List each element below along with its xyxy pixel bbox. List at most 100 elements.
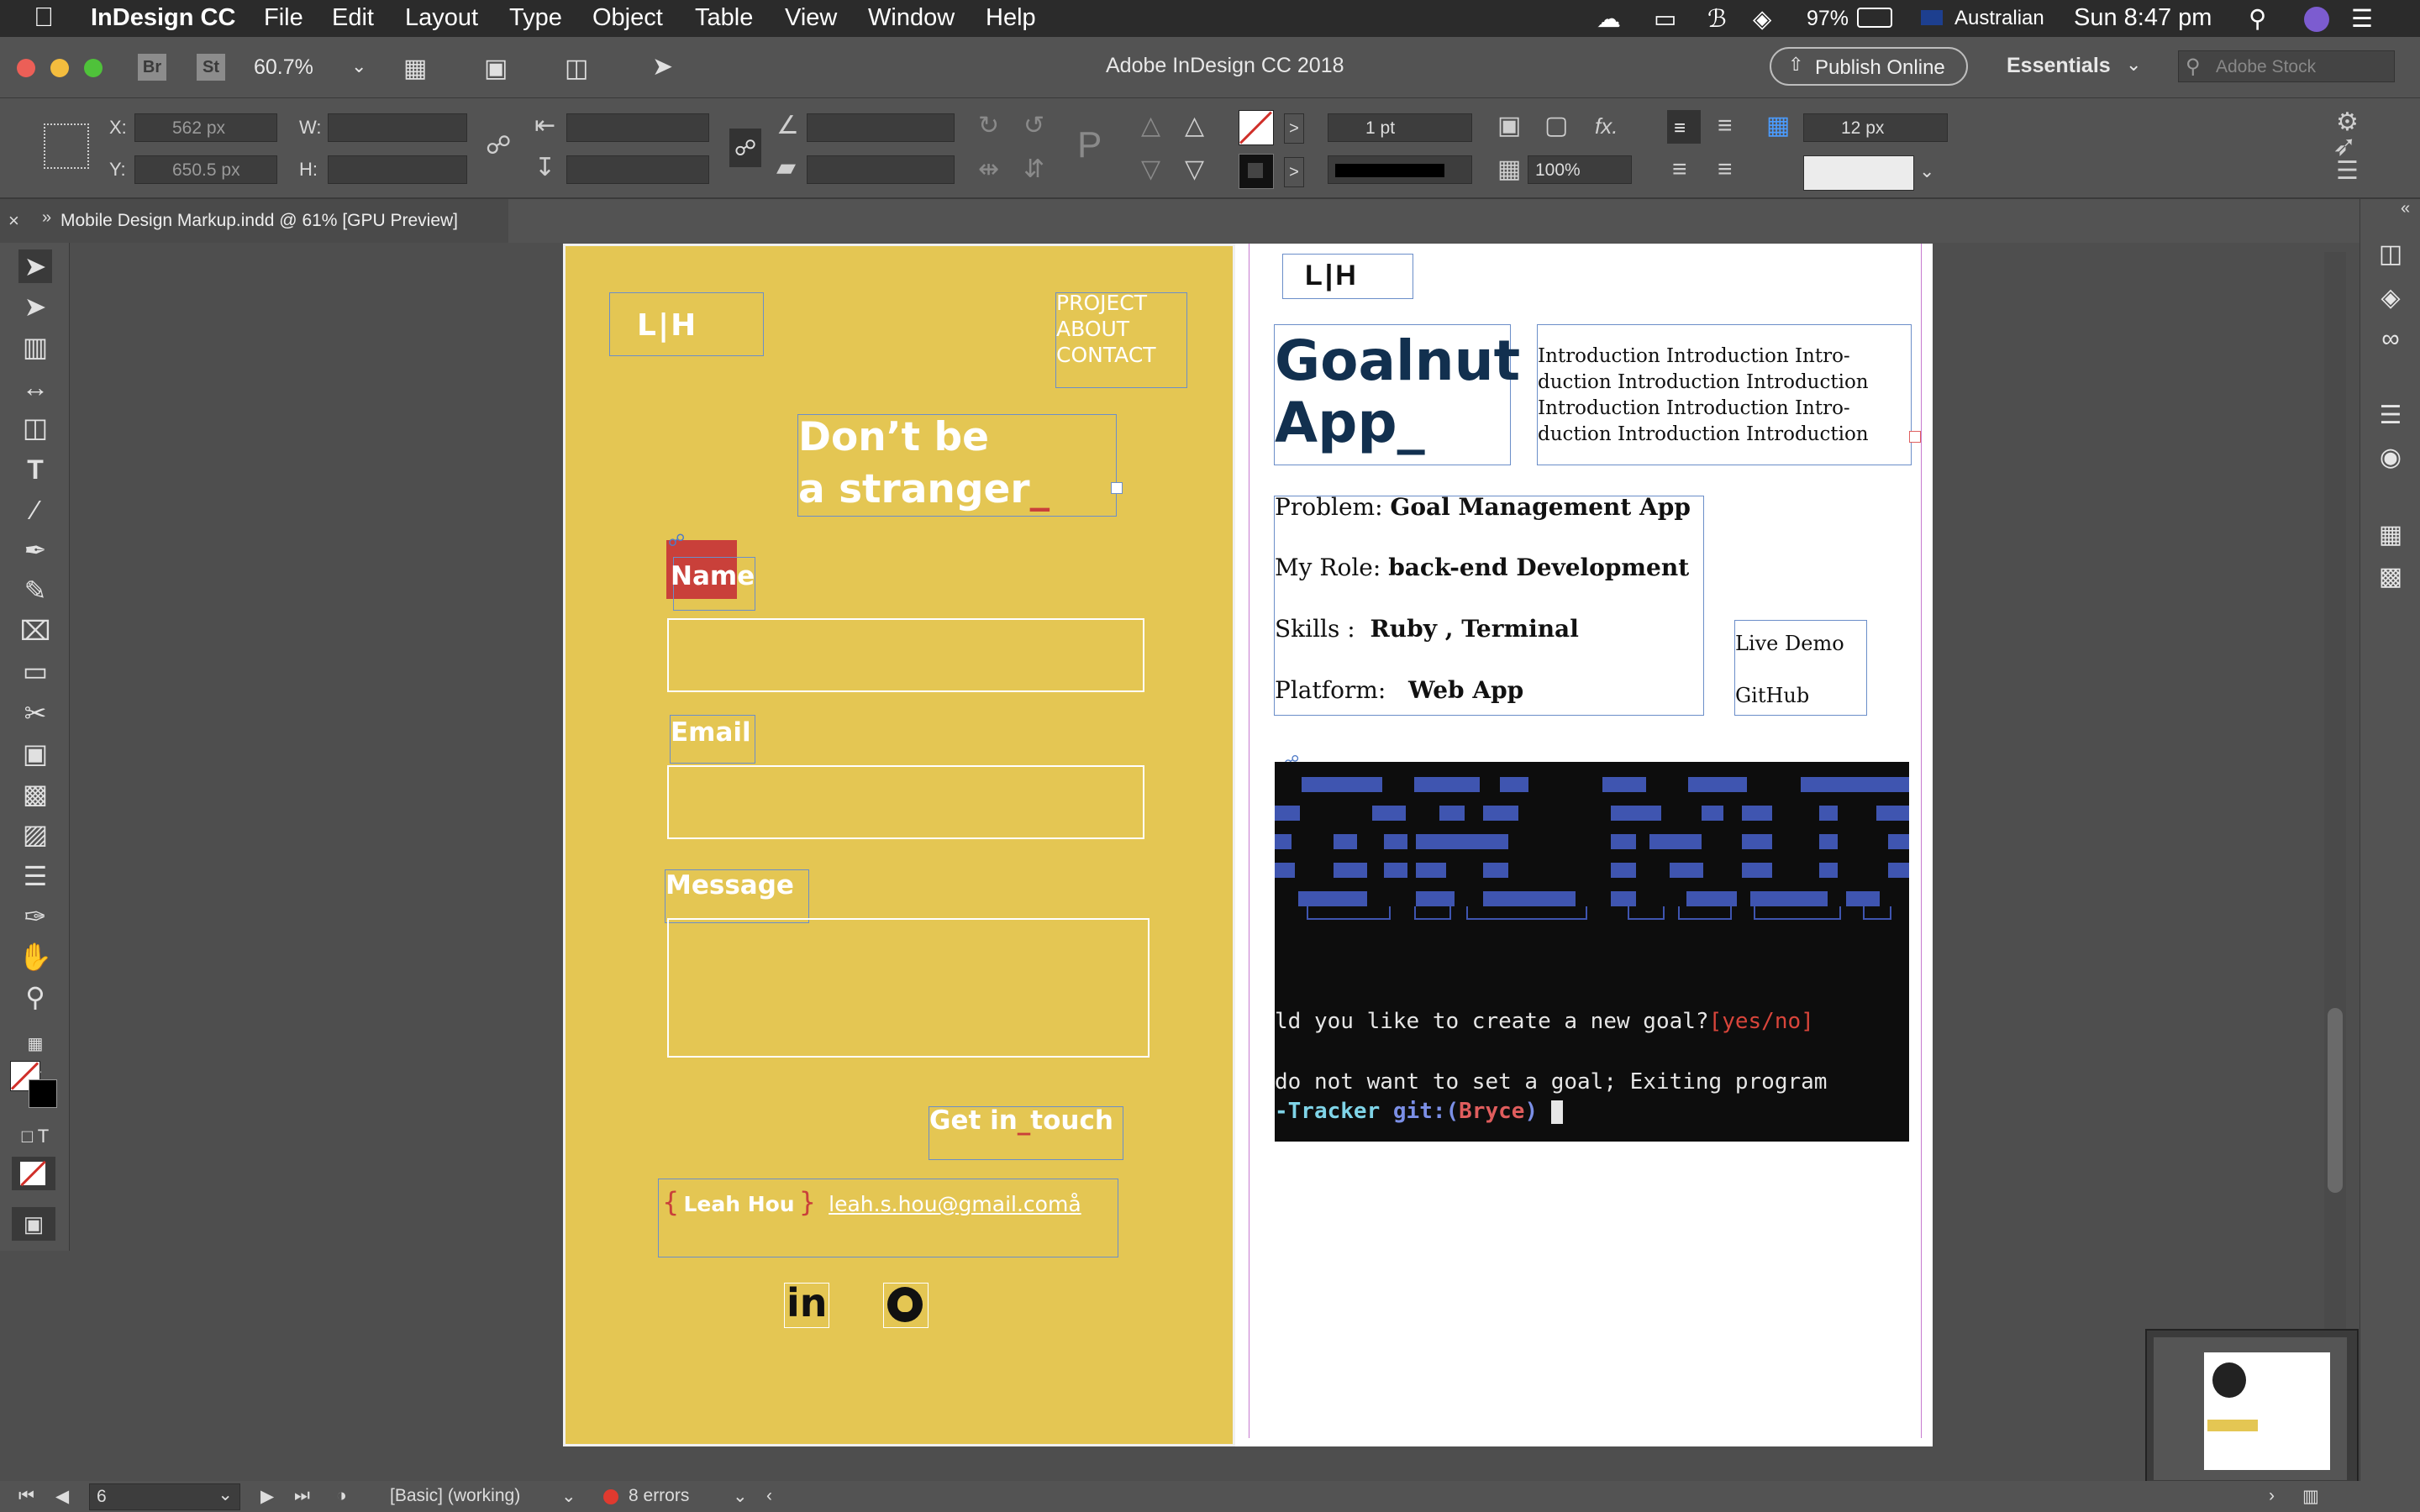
menu-object[interactable]: Object [592, 4, 663, 32]
page-number-field[interactable]: 6 ⌄ [89, 1483, 240, 1510]
rotation-angle-field[interactable] [807, 113, 955, 142]
pages-panel-icon[interactable]: ◫ [2372, 239, 2409, 273]
page-tool-icon[interactable]: ▥ [18, 330, 52, 364]
align-center-icon[interactable]: ≡ [1718, 113, 1733, 139]
text-wrap-icon[interactable]: ≡ [1672, 157, 1687, 182]
menu-table[interactable]: Table [695, 4, 753, 32]
control-panel-menu-icon[interactable]: ☰ [2336, 159, 2359, 184]
profile-dropdown-icon[interactable]: ⌄ [561, 1486, 576, 1507]
menu-help[interactable]: Help [986, 4, 1036, 32]
stroke-weight-field[interactable]: 1 pt [1328, 113, 1472, 142]
arrange-documents-icon[interactable]: ◫ [565, 54, 588, 83]
creative-cloud-icon[interactable]: ☁ [1597, 4, 1621, 34]
reference-point-icon[interactable] [44, 123, 89, 169]
clock[interactable]: Sun 8:47 pm [2074, 4, 2212, 32]
drop-shadow-icon[interactable]: ▢ [1544, 113, 1568, 139]
scroll-left-icon[interactable]: ‹ [766, 1486, 772, 1506]
layers-panel-icon[interactable]: ◈ [2372, 283, 2409, 317]
scale-y-field[interactable] [566, 155, 709, 184]
battery-icon[interactable] [1857, 8, 1892, 28]
logo-frame-right[interactable]: L|H [1282, 254, 1413, 299]
scale-x-field[interactable] [566, 113, 709, 142]
collapse-panel-icon[interactable]: » [42, 196, 51, 239]
zoom-tool-icon[interactable]: ⚲ [18, 980, 52, 1014]
menu-view[interactable]: View [785, 4, 837, 32]
default-fill-stroke-icon[interactable]: ▦ ↺ [18, 1027, 52, 1087]
name-input-box[interactable] [667, 618, 1144, 692]
selection-tool-icon[interactable]: ➤ [18, 249, 52, 283]
rotate-cw-icon[interactable]: ↻ [978, 113, 999, 139]
view-options-icon[interactable]: ▦ [403, 54, 427, 83]
gradient-feather-tool-icon[interactable]: ▨ [18, 817, 52, 851]
workspace-switcher[interactable]: Essentials [2007, 54, 2111, 78]
pen-tool-icon[interactable]: ✒ [18, 533, 52, 567]
vertical-scrollbar[interactable] [2324, 252, 2346, 1474]
nav-frame[interactable]: PROJECT ABOUT CONTACT [1055, 291, 1187, 388]
bluetooth-icon[interactable]: ℬ [1707, 4, 1727, 34]
minimize-window-icon[interactable] [50, 59, 69, 77]
maximize-window-icon[interactable] [84, 59, 103, 77]
stroke-swatch[interactable] [1239, 154, 1274, 189]
open-page-icon[interactable]: ◑ [336, 1486, 347, 1506]
rotate-ccw-icon[interactable]: ↺ [1023, 113, 1044, 139]
gap-tool-icon[interactable]: ↔ [18, 370, 52, 404]
github-link[interactable]: GitHub [1735, 669, 1844, 722]
zoom-dropdown-icon[interactable]: ⌄ [351, 55, 366, 77]
live-demo-link[interactable]: Live Demo [1735, 617, 1844, 669]
effects-icon[interactable]: fx. [1595, 115, 1618, 137]
close-window-icon[interactable] [17, 59, 35, 77]
select-container-icon[interactable]: △ [1141, 113, 1160, 139]
scroll-right-icon[interactable]: › [2269, 1486, 2275, 1506]
notification-center-icon[interactable]: ☰ [2351, 4, 2373, 34]
flip-vertical-icon[interactable]: ⇵ [1023, 157, 1044, 182]
workspace-dropdown-icon[interactable]: ⌄ [2126, 54, 2141, 76]
links-panel-icon[interactable]: ∞ [2372, 325, 2409, 359]
input-source[interactable]: Australian [1954, 7, 2044, 30]
x-position-field[interactable]: 562 px [134, 113, 277, 142]
links-frame[interactable]: Live Demo GitHub [1734, 620, 1867, 716]
auto-fit-icon[interactable]: ▦ [1766, 113, 1790, 139]
menu-file[interactable]: File [264, 4, 303, 32]
stroke-indicator-icon[interactable] [29, 1079, 57, 1108]
wrap-around-icon[interactable]: ≡ [1718, 157, 1733, 182]
eyedropper-tool-icon[interactable]: ✑ [18, 900, 52, 933]
gradient-swatch-tool-icon[interactable]: ▩ [18, 777, 52, 811]
rectangle-tool-icon[interactable]: ▭ [18, 654, 52, 688]
get-in-touch-frame[interactable]: Get in_touch [929, 1105, 1123, 1160]
zoom-level[interactable]: 60.7% [254, 55, 313, 80]
pencil-tool-icon[interactable]: ✎ [18, 574, 52, 607]
linkedin-icon[interactable]: in [784, 1280, 829, 1328]
constrain-scale-icon[interactable]: ☍ [729, 129, 761, 167]
publish-rocket-icon[interactable]: ➤ [652, 52, 673, 81]
email-link[interactable]: leah.s.hou@gmail.comå [829, 1192, 1081, 1216]
airplay-icon[interactable]: ▭ [1654, 4, 1676, 34]
screen-mode-icon[interactable]: ▣ [484, 54, 508, 83]
type-tool-icon[interactable]: T [18, 453, 52, 486]
free-transform-tool-icon[interactable]: ▣ [18, 737, 52, 770]
width-field[interactable] [328, 113, 467, 142]
menu-window[interactable]: Window [868, 4, 955, 32]
nav-about[interactable]: ABOUT [1056, 316, 1156, 342]
swatches-panel-icon[interactable]: ◉ [2372, 443, 2409, 476]
rectangle-frame-tool-icon[interactable]: ⌧ [18, 614, 52, 648]
gap-field[interactable]: 12 px [1803, 113, 1948, 142]
name-label-frame[interactable]: Name [671, 557, 755, 611]
adobe-stock-search[interactable]: ⚲ Adobe Stock [2178, 50, 2395, 82]
publish-online-button[interactable]: ⇧ Publish Online [1770, 47, 1968, 86]
overset-handle-icon[interactable] [1111, 482, 1123, 494]
quick-apply-icon[interactable]: ➶ [2333, 132, 2357, 160]
last-page-icon[interactable]: ⏭ [294, 1486, 310, 1506]
navigator-thumbnail[interactable] [2145, 1329, 2359, 1492]
select-next-icon[interactable]: ▽ [1185, 157, 1204, 182]
first-page-icon[interactable]: ⏮ [18, 1486, 34, 1506]
line-tool-icon[interactable]: ∕ [18, 493, 52, 527]
details-frame[interactable]: Problem: Goal Management App My Role: ba… [1274, 493, 1704, 716]
fill-swatch[interactable] [1239, 110, 1274, 145]
stroke-menu-icon[interactable]: > [1284, 157, 1304, 187]
content-collector-icon[interactable]: ◫ [18, 411, 52, 444]
cc-libraries-icon[interactable]: ▦ [2372, 520, 2409, 554]
email-input-box[interactable] [667, 765, 1144, 839]
overset-text-icon[interactable] [1909, 431, 1921, 443]
error-count[interactable]: 8 errors [629, 1486, 689, 1506]
apply-none-icon[interactable] [12, 1157, 55, 1190]
